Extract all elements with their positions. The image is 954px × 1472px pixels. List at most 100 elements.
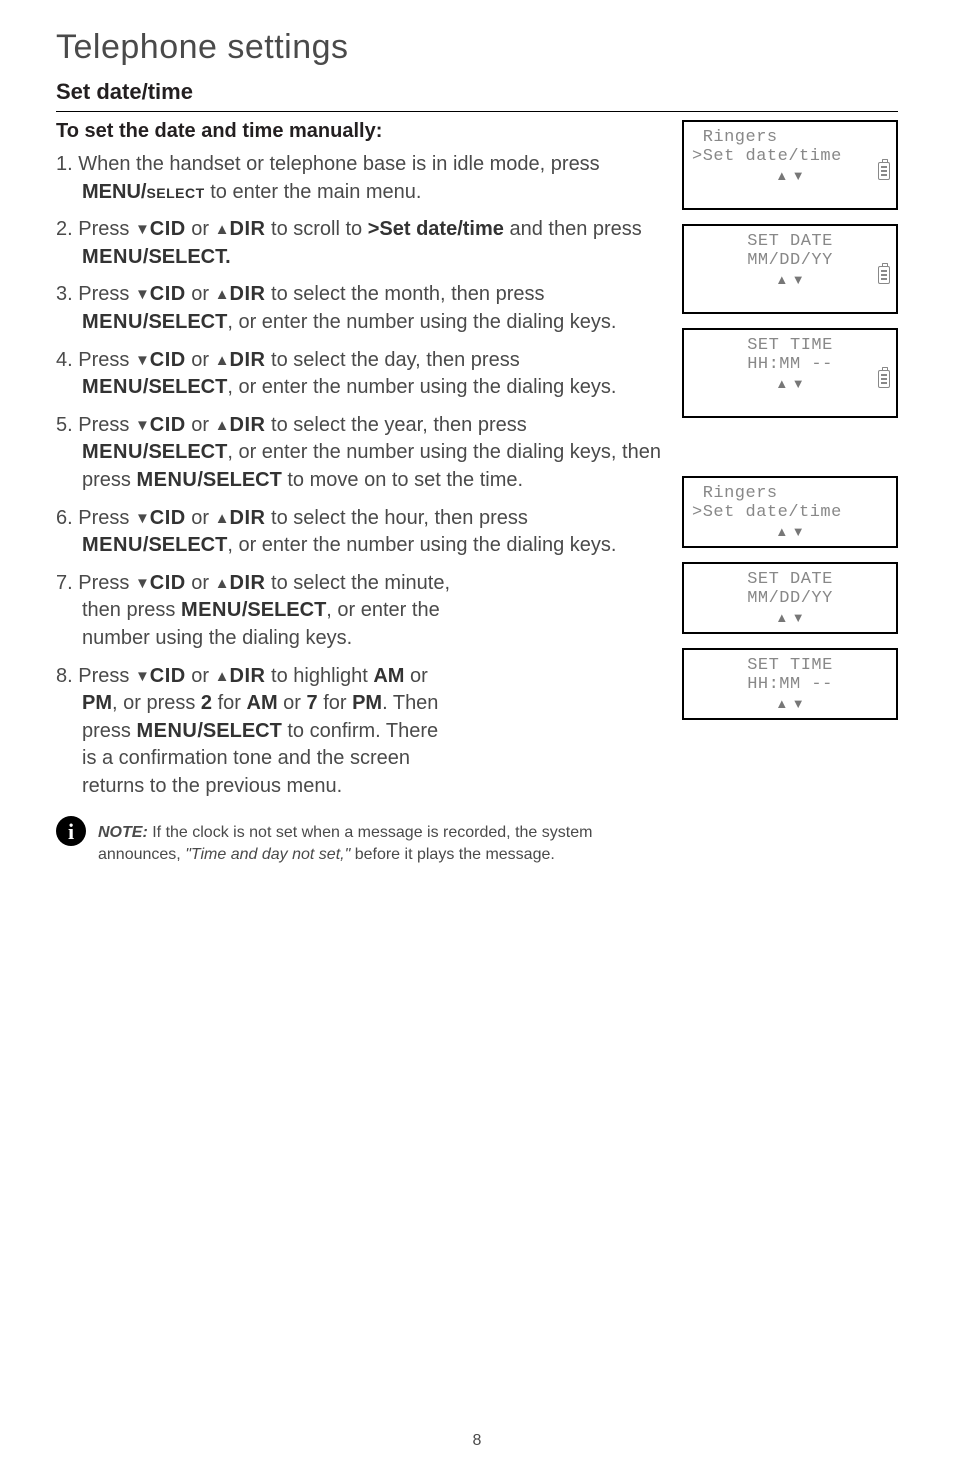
key-label: /SELECT	[143, 376, 227, 398]
key-smallcaps: MENU	[181, 599, 242, 621]
step-text: to scroll to	[265, 218, 367, 240]
side-column: Ringers >Set date/time ▲ ▼ SET DATE MM/D…	[682, 120, 898, 866]
step-number: 6.	[56, 507, 73, 529]
lcd-screen-3: SET TIME HH:MM -- ▲ ▼	[682, 328, 898, 418]
step-text: to select the month, then press	[265, 283, 544, 305]
key-smallcaps: CID	[150, 507, 186, 529]
key-label: /SELECT	[143, 441, 227, 463]
step-number: 1.	[56, 153, 73, 175]
key-label: /SELECT	[197, 720, 281, 742]
key-smallcaps: select	[146, 181, 204, 203]
step-text: to select the day, then press	[265, 349, 519, 371]
down-triangle-icon: ▼	[135, 286, 150, 303]
menu-target: >Set date/time	[368, 218, 504, 240]
down-triangle-icon: ▼	[135, 417, 150, 434]
key-smallcaps: CID	[150, 414, 186, 436]
key-smallcaps: DIR	[230, 283, 266, 305]
page-title: Telephone settings	[56, 28, 898, 67]
step-text: Press	[78, 572, 135, 594]
key-smallcaps: DIR	[230, 507, 266, 529]
info-icon: i	[56, 816, 86, 846]
down-triangle-icon: ▼	[135, 510, 150, 527]
lcd-line: SET TIME	[692, 656, 888, 675]
updown-icon: ▲ ▼	[692, 700, 888, 708]
lcd-screen-1: Ringers >Set date/time ▲ ▼	[682, 120, 898, 210]
step-text: Press	[78, 665, 135, 687]
lcd-line: SET DATE	[692, 232, 888, 251]
key-label: AM	[247, 692, 278, 714]
down-triangle-icon: ▼	[135, 221, 150, 238]
key-label: PM	[82, 692, 112, 714]
note-label: NOTE:	[98, 824, 148, 841]
lcd-line: HH:MM --	[692, 675, 888, 694]
key-label: /SELECT	[242, 599, 326, 621]
key-smallcaps: DIR	[230, 218, 266, 240]
step-number: 5.	[56, 414, 73, 436]
step-number: 2.	[56, 218, 73, 240]
step-text: to move on to set the time.	[282, 469, 523, 491]
key-smallcaps: MENU	[82, 246, 143, 268]
step-1: 1. When the handset or telephone base is…	[56, 151, 670, 206]
key-smallcaps: DIR	[230, 665, 266, 687]
key-label: 2	[201, 692, 212, 714]
lcd-line: Ringers	[692, 484, 888, 503]
step-text: or	[404, 665, 427, 687]
step-text: and then press	[504, 218, 642, 240]
step-text: Press	[78, 283, 135, 305]
step-2: 2. Press ▼CID or ▲DIR to scroll to >Set …	[56, 216, 670, 271]
step-text: , or enter the number using the dialing …	[227, 534, 616, 556]
key-smallcaps: DIR	[230, 414, 266, 436]
updown-icon: ▲ ▼	[692, 614, 888, 622]
step-6: 6. Press ▼CID or ▲DIR to select the hour…	[56, 505, 670, 560]
battery-icon	[878, 370, 890, 388]
key-label: PM	[352, 692, 382, 714]
note-text: before it plays the message.	[350, 846, 555, 863]
subheading: To set the date and time manually:	[56, 120, 670, 143]
section-rule	[56, 111, 898, 112]
step-text: , or press	[112, 692, 201, 714]
lcd-screen-6: SET TIME HH:MM -- ▲ ▼	[682, 648, 898, 720]
key-smallcaps: MENU	[82, 376, 143, 398]
step-text: for	[318, 692, 352, 714]
lcd-line: MM/DD/YY	[692, 251, 888, 270]
step-number: 3.	[56, 283, 73, 305]
step-text: to highlight	[265, 665, 373, 687]
step-5: 5. Press ▼CID or ▲DIR to select the year…	[56, 412, 670, 495]
step-text: Press	[78, 218, 135, 240]
step-number: 4.	[56, 349, 73, 371]
step-text: or	[186, 283, 215, 305]
up-triangle-icon: ▲	[215, 417, 230, 434]
key-label: /SELECT	[143, 311, 227, 333]
up-triangle-icon: ▲	[215, 668, 230, 685]
step-text: or	[186, 349, 215, 371]
lcd-line: >Set date/time	[692, 503, 888, 522]
note: i NOTE: If the clock is not set when a m…	[56, 822, 616, 865]
key-smallcaps: DIR	[230, 572, 266, 594]
steps-list: 1. When the handset or telephone base is…	[56, 151, 670, 800]
down-triangle-icon: ▼	[135, 668, 150, 685]
key-smallcaps: CID	[150, 283, 186, 305]
step-text: or	[186, 218, 215, 240]
step-7: 7. Press ▼CID or ▲DIR to select the minu…	[56, 570, 670, 653]
step-text: or	[186, 414, 215, 436]
key-label: 7	[307, 692, 318, 714]
up-triangle-icon: ▲	[215, 510, 230, 527]
key-smallcaps: MENU	[82, 534, 143, 556]
updown-icon: ▲ ▼	[692, 276, 888, 284]
battery-icon	[878, 266, 890, 284]
key-smallcaps: MENU	[82, 311, 143, 333]
key-smallcaps: CID	[150, 665, 186, 687]
step-4: 4. Press ▼CID or ▲DIR to select the day,…	[56, 347, 670, 402]
up-triangle-icon: ▲	[215, 352, 230, 369]
step-3: 3. Press ▼CID or ▲DIR to select the mont…	[56, 281, 670, 336]
lcd-screen-2: SET DATE MM/DD/YY ▲ ▼	[682, 224, 898, 314]
step-text: When the handset or telephone base is in…	[78, 153, 599, 175]
lcd-line: >Set date/time	[692, 147, 888, 166]
up-triangle-icon: ▲	[215, 221, 230, 238]
key-smallcaps: CID	[150, 218, 186, 240]
lcd-line: SET DATE	[692, 570, 888, 589]
key-smallcaps: MENU	[136, 720, 197, 742]
step-text: or	[186, 665, 215, 687]
section-heading: Set date/time	[56, 79, 898, 105]
step-text: to enter the main menu.	[205, 181, 422, 203]
